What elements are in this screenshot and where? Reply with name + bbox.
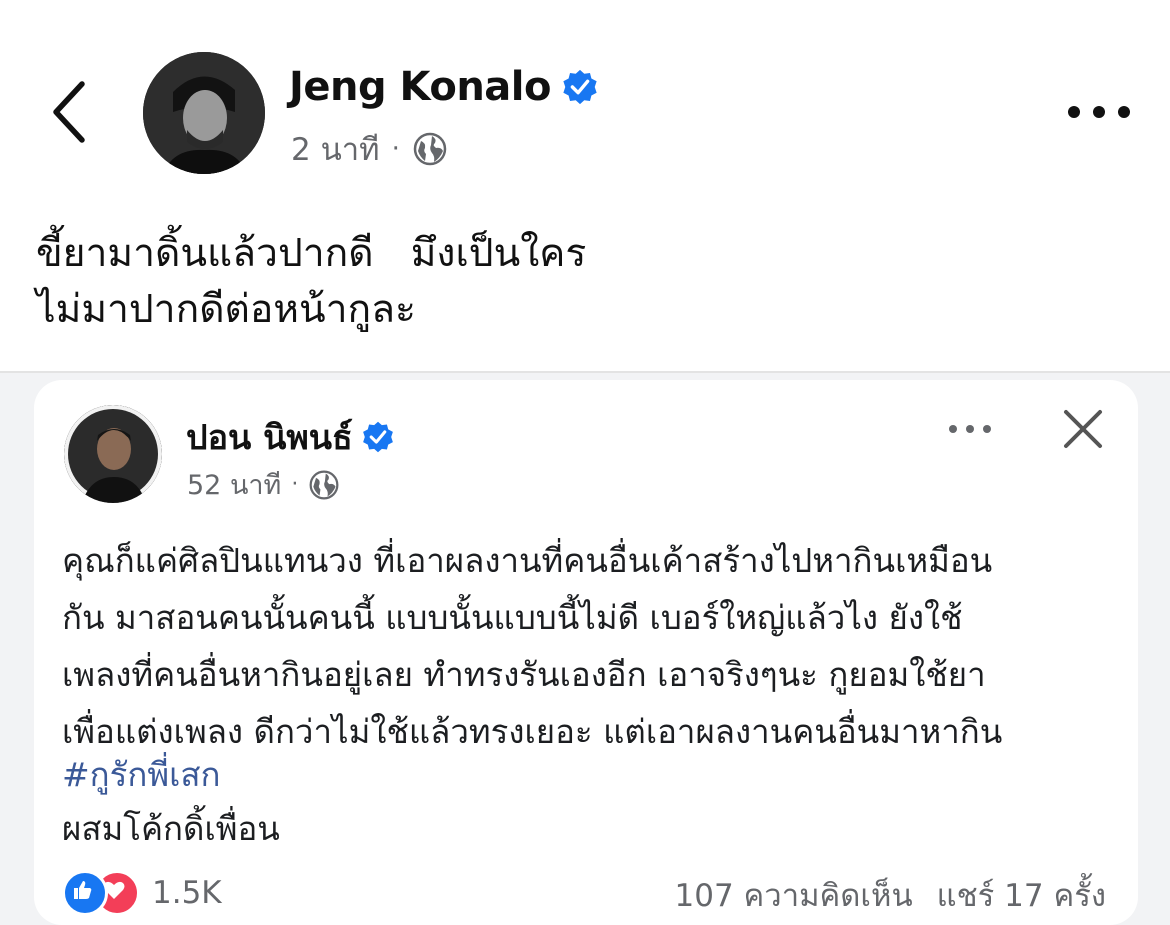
- shared-post-time[interactable]: 52 นาที: [187, 463, 281, 506]
- post-time[interactable]: 2 นาที: [291, 124, 380, 174]
- shared-post-tail-text: ผสมโค้กดิ้เพื่อน: [62, 809, 280, 848]
- author-name[interactable]: Jeng Konalo: [289, 64, 599, 110]
- back-button[interactable]: [38, 70, 98, 150]
- more-horizontal-icon: [1068, 106, 1130, 118]
- more-options-button[interactable]: [1062, 92, 1136, 132]
- post-body-text: ขี้ยามาดิ้นแล้วปากดี มึงเป็นใคร ไม่มาปาก…: [36, 231, 587, 332]
- shared-post-meta: 52 นาที ·: [187, 463, 340, 506]
- reactions-summary[interactable]: 1.5K: [62, 868, 222, 918]
- shared-author-name[interactable]: ปอน นิพนธ์: [186, 410, 395, 464]
- meta-separator: ·: [391, 134, 400, 164]
- post-meta: 2 นาที ·: [291, 124, 448, 174]
- comment-count[interactable]: 107 ความคิดเห็น: [675, 870, 913, 920]
- meta-separator: ·: [291, 472, 299, 497]
- share-count[interactable]: แชร์ 17 ครั้ง: [937, 870, 1106, 920]
- reaction-count: 1.5K: [152, 875, 222, 911]
- verified-badge-icon: [563, 69, 597, 105]
- shared-author-avatar[interactable]: [64, 405, 162, 503]
- close-icon: [1064, 410, 1102, 448]
- more-horizontal-icon: [949, 425, 991, 433]
- engagement-stats: 107 ความคิดเห็น แชร์ 17 ครั้ง: [651, 870, 1106, 920]
- like-icon: [62, 870, 108, 916]
- chevron-left-icon: [53, 81, 85, 143]
- shared-more-options-button[interactable]: [944, 414, 996, 444]
- hashtag-link[interactable]: #กูรักพี่เสก: [62, 746, 221, 803]
- verified-badge-icon: [362, 421, 393, 453]
- author-name-text: Jeng Konalo: [289, 64, 551, 110]
- avatar-photo: [64, 405, 162, 503]
- close-button[interactable]: [1060, 406, 1106, 452]
- globe-icon[interactable]: [412, 131, 448, 167]
- shared-author-name-text: ปอน นิพนธ์: [186, 418, 353, 458]
- avatar-photo: [143, 52, 265, 174]
- globe-icon[interactable]: [308, 469, 340, 501]
- shared-post-body-text: คุณก็แค่ศิลปินแทนวง ที่เอาผลงานที่คนอื่น…: [62, 541, 1003, 751]
- author-avatar[interactable]: [143, 52, 265, 174]
- post-header: Jeng Konalo 2 นาที ·: [0, 0, 1170, 195]
